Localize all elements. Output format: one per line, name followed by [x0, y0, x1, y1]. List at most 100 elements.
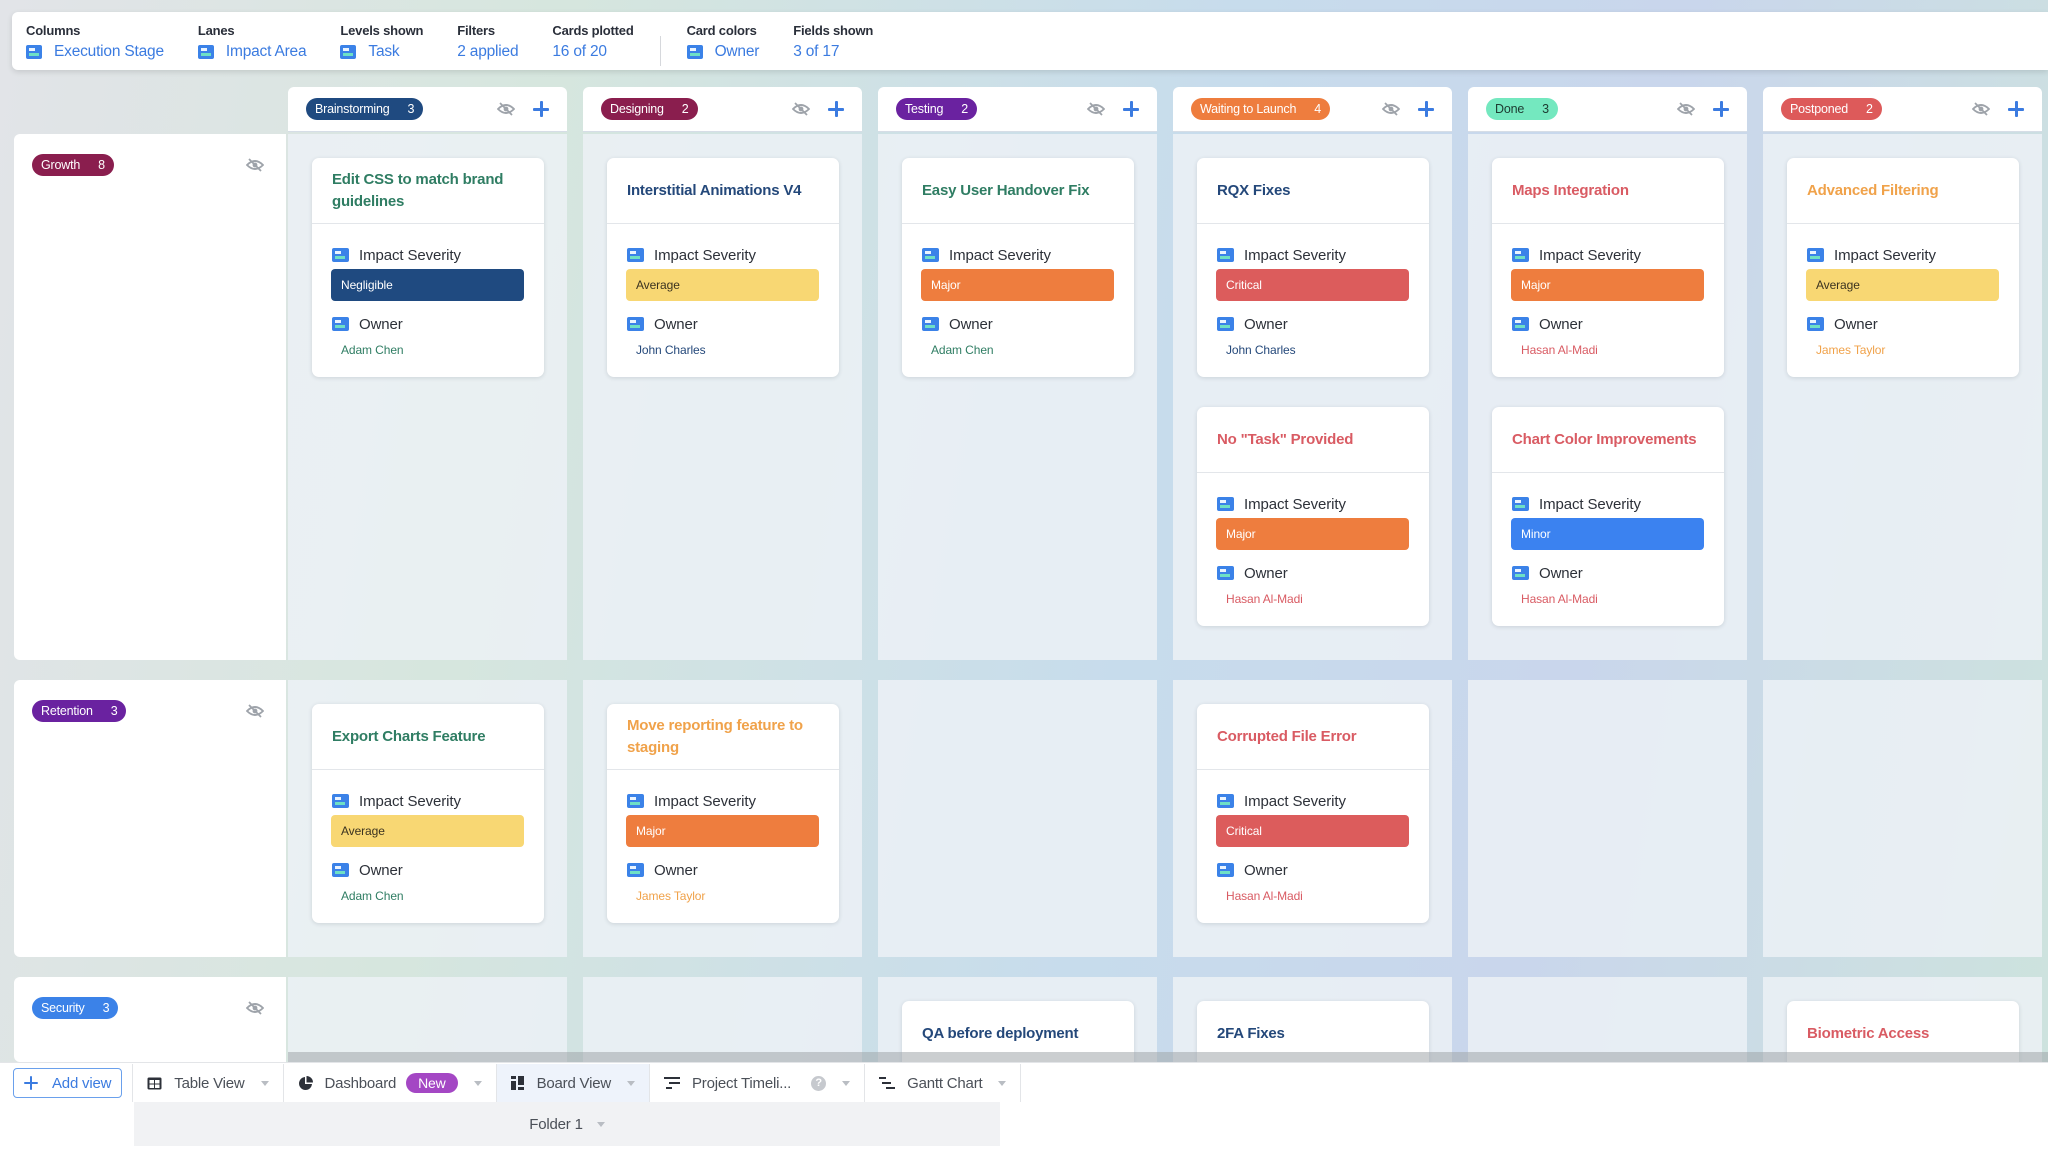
toolbar-item-value[interactable]: Owner — [686, 40, 759, 64]
task-card[interactable]: Advanced Filtering Impact Severity Average… — [1787, 158, 2019, 377]
chevron-down-icon[interactable] — [627, 1080, 635, 1086]
tab-dashboard[interactable]: Dashboard New — [284, 1064, 497, 1102]
hide-lane-icon[interactable] — [245, 158, 265, 172]
task-card[interactable]: Edit CSS to match brand guidelines Impact… — [312, 158, 544, 377]
lane-pill[interactable]: Security 3 — [32, 997, 119, 1019]
field-label: Impact Severity — [1244, 495, 1346, 513]
board-cell[interactable] — [1468, 977, 1747, 1062]
add-card-icon[interactable] — [2008, 101, 2024, 117]
lane-header-row: Security 3 — [32, 997, 268, 1019]
task-card[interactable]: Easy User Handover Fix Impact Severity Maj… — [902, 158, 1134, 377]
tab-board-view[interactable]: Board View — [496, 1064, 650, 1102]
column-pill[interactable]: Brainstorming 3 — [306, 98, 424, 120]
owner-value: Hasan Al-Madi — [1521, 592, 1598, 606]
toolbar-item-card-colors[interactable]: Card colors Owner — [686, 22, 759, 64]
column-pill[interactable]: Done 3 — [1486, 98, 1558, 120]
field-icon — [627, 317, 644, 331]
toolbar-item-columns[interactable]: Columns Execution Stage — [26, 22, 164, 64]
hide-lane-icon[interactable] — [245, 704, 265, 718]
toolbar-item-value[interactable]: 3 of 17 — [793, 40, 873, 64]
column-count: 2 — [1865, 102, 1873, 116]
tab-table-view[interactable]: Table View — [132, 1064, 284, 1102]
toolbar-item-filters[interactable]: Filters 2 applied — [457, 22, 518, 64]
timeline-icon — [664, 1077, 680, 1089]
toolbar-item-lanes[interactable]: Lanes Impact Area — [197, 22, 307, 64]
hide-column-icon[interactable] — [496, 102, 516, 116]
help-icon[interactable]: ? — [811, 1075, 827, 1091]
horizontal-scrollbar[interactable] — [288, 1052, 2048, 1062]
task-card[interactable]: Export Charts Feature Impact Severity Aver… — [312, 704, 544, 923]
card-title: Edit CSS to match brand guidelines — [312, 158, 544, 224]
add-card-icon[interactable] — [1713, 101, 1729, 117]
field-icon — [197, 45, 214, 59]
hide-column-icon[interactable] — [1086, 102, 1106, 116]
add-card-icon[interactable] — [828, 101, 844, 117]
severity-badge: Average — [1806, 269, 1999, 301]
plus-icon — [24, 1076, 38, 1090]
toolbar-item-value[interactable]: Impact Area — [197, 40, 307, 64]
board-cell[interactable] — [1763, 680, 2042, 957]
task-card[interactable]: RQX Fixes Impact Severity Critical Owner Joh… — [1197, 158, 1429, 377]
toolbar-item-value[interactable]: Execution Stage — [26, 40, 164, 64]
add-card-icon[interactable] — [1418, 101, 1434, 117]
column-pill[interactable]: Testing 2 — [896, 98, 977, 120]
toolbar-item-value[interactable]: 2 applied — [457, 40, 518, 64]
field-label: Owner — [654, 861, 698, 879]
field-label: Owner — [949, 315, 993, 333]
chevron-down-icon[interactable] — [998, 1080, 1007, 1086]
chevron-down-icon[interactable] — [842, 1080, 851, 1086]
task-card[interactable]: No "Task" Provided Impact Severity Major Ow… — [1197, 407, 1429, 626]
toolbar-item-levels-shown[interactable]: Levels shown Task — [340, 22, 423, 64]
card-title: RQX Fixes — [1197, 158, 1429, 224]
column-pill[interactable]: Designing 2 — [601, 98, 698, 120]
add-card-icon[interactable] — [533, 101, 549, 117]
hide-column-icon[interactable] — [791, 102, 811, 116]
toolbar-item-value[interactable]: Task — [340, 40, 423, 64]
chevron-down-icon[interactable] — [596, 1121, 605, 1127]
toolbar-item-label: Cards plotted — [552, 23, 634, 38]
add-view-label: Add view — [52, 1074, 112, 1092]
task-card[interactable]: Maps Integration Impact Severity Major Owne… — [1492, 158, 1724, 377]
toolbar-item-cards-plotted[interactable]: Cards plotted 16 of 20 — [552, 22, 633, 64]
impact-severity-field: Impact Severity — [1217, 792, 1409, 810]
hide-column-icon[interactable] — [1676, 102, 1696, 116]
impact-severity-field: Impact Severity — [332, 792, 524, 810]
hide-lane-icon[interactable] — [245, 1001, 265, 1015]
column-name: Done — [1495, 102, 1525, 116]
task-card[interactable]: Corrupted File Error Impact Severity Criti… — [1197, 704, 1429, 923]
toolbar-item-value[interactable]: 16 of 20 — [552, 40, 633, 64]
task-card[interactable]: Chart Color Improvements Impact Severity M… — [1492, 407, 1724, 626]
lane-name: Security — [41, 1001, 85, 1015]
folder-tab[interactable]: Folder 1 — [134, 1102, 1000, 1146]
column-actions — [791, 101, 844, 117]
toolbar-item-fields-shown[interactable]: Fields shown 3 of 17 — [793, 22, 873, 64]
hide-column-icon[interactable] — [1971, 102, 1991, 116]
board-cell[interactable] — [288, 977, 567, 1062]
field-label: Impact Severity — [1539, 495, 1641, 513]
lane-pill[interactable]: Retention 3 — [32, 700, 127, 722]
column-pill[interactable]: Postponed 2 — [1781, 98, 1882, 120]
tab-gantt-chart[interactable]: Gantt Chart — [865, 1064, 1022, 1102]
add-view-button[interactable]: Add view — [13, 1068, 123, 1098]
toolbar-item-label: Lanes — [197, 23, 235, 38]
board-cell[interactable] — [878, 680, 1157, 957]
chevron-down-icon[interactable] — [473, 1080, 482, 1086]
pie-chart-icon — [298, 1075, 313, 1091]
add-card-icon[interactable] — [1123, 101, 1139, 117]
hide-column-icon[interactable] — [1381, 102, 1401, 116]
board-cell[interactable] — [1468, 680, 1747, 957]
owner-value: Hasan Al-Madi — [1521, 343, 1598, 357]
lane-pill[interactable]: Growth 8 — [32, 154, 114, 176]
owner-value: Hasan Al-Madi — [1226, 592, 1303, 606]
column-count: 2 — [681, 102, 689, 116]
tab-label: Board View — [536, 1074, 612, 1092]
owner-field: Owner — [922, 315, 1114, 333]
task-card[interactable]: Interstitial Animations V4 Impact Severit… — [607, 158, 839, 377]
field-icon — [922, 248, 939, 262]
task-card[interactable]: Move reporting feature to staging Impact … — [607, 704, 839, 923]
severity-badge: Average — [626, 269, 819, 301]
column-pill[interactable]: Waiting to Launch 4 — [1191, 98, 1330, 120]
tab-project-timeli[interactable]: Project Timeli...? — [650, 1064, 866, 1102]
chevron-down-icon[interactable] — [260, 1080, 269, 1086]
board-cell[interactable] — [583, 977, 862, 1062]
